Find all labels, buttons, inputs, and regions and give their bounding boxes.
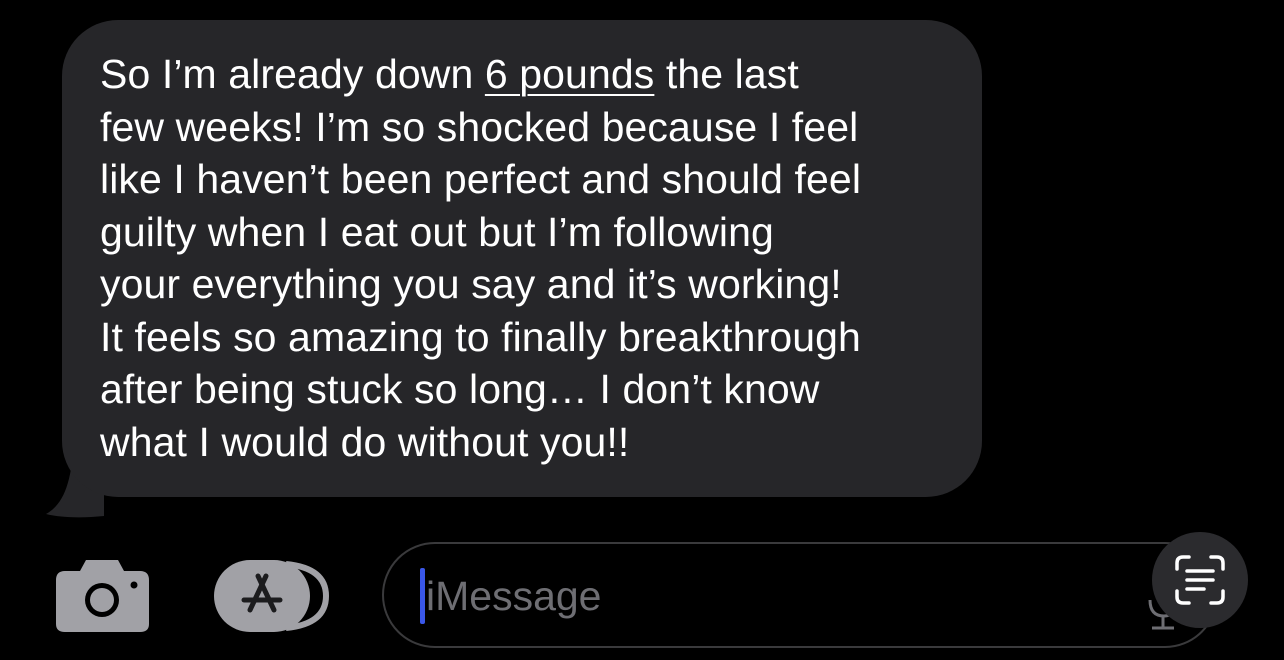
camera-button[interactable] bbox=[56, 558, 149, 632]
message-text: So I’m already down 6 pounds the last fe… bbox=[100, 48, 942, 468]
message-bubble[interactable]: So I’m already down 6 pounds the last fe… bbox=[62, 20, 982, 497]
message-line-1: So I’m already down 6 pounds the last bbox=[100, 51, 799, 97]
message-line-3: like I haven’t been perfect and should f… bbox=[100, 156, 862, 202]
detected-data-link[interactable]: 6 pounds bbox=[485, 51, 655, 97]
messages-screen: So I’m already down 6 pounds the last fe… bbox=[0, 0, 1284, 660]
camera-icon bbox=[56, 560, 149, 632]
message-input[interactable]: iMessage bbox=[382, 542, 1218, 648]
message-line-8: what I would do without you!! bbox=[100, 418, 630, 465]
incoming-message: So I’m already down 6 pounds the last fe… bbox=[44, 20, 984, 518]
message-line-7: after being stuck so long… I don’t know bbox=[100, 366, 820, 412]
message-line-5: your everything you say and it’s working… bbox=[100, 261, 842, 307]
text-cursor bbox=[420, 568, 425, 624]
app-store-icon bbox=[214, 560, 330, 632]
message-line-4: guilty when I eat out but I’m following bbox=[100, 208, 774, 255]
message-placeholder: iMessage bbox=[426, 573, 602, 619]
message-line-6: It feels so amazing to finally breakthro… bbox=[100, 313, 861, 360]
live-text-button[interactable] bbox=[1152, 532, 1248, 628]
apps-button[interactable] bbox=[214, 558, 334, 634]
live-text-scan-icon bbox=[1175, 555, 1225, 605]
message-line-2: few weeks! I’m so shocked because I feel bbox=[100, 103, 859, 150]
